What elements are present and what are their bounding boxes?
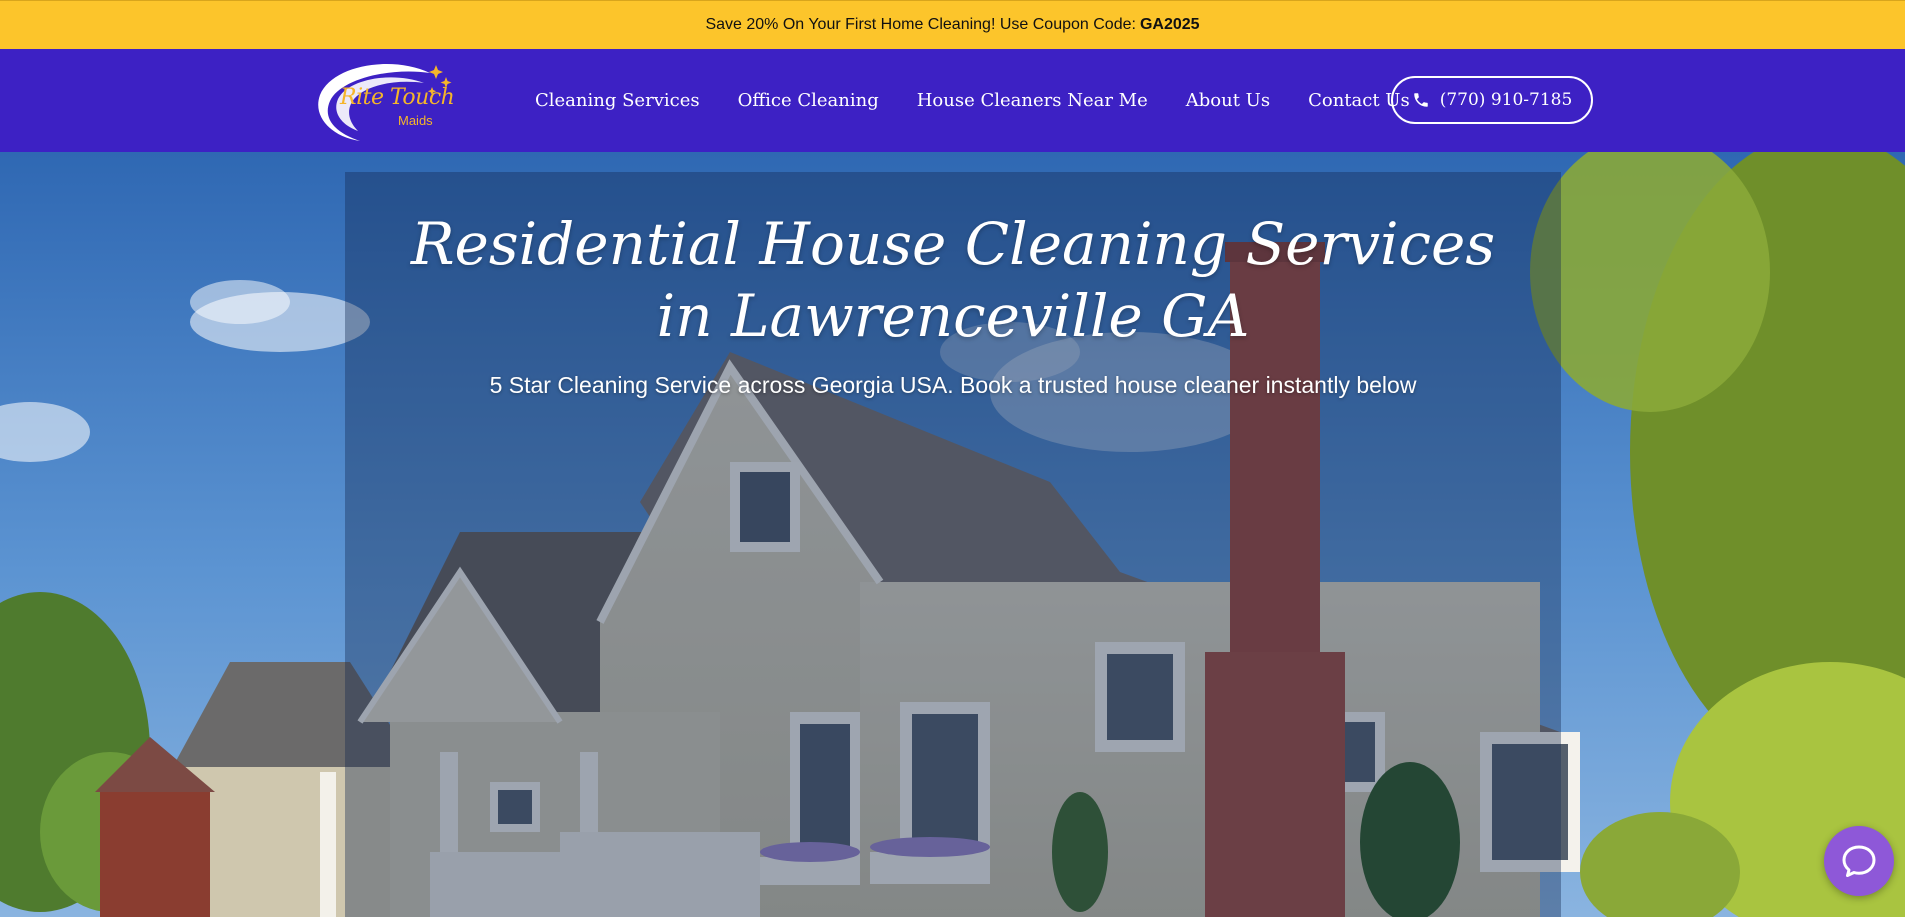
hero-subtitle: 5 Star Cleaning Service across Georgia U… bbox=[489, 372, 1417, 398]
phone-number: (770) 910-7185 bbox=[1439, 90, 1573, 110]
hero-title: Residential House Cleaning Services in L… bbox=[345, 208, 1561, 352]
site-header: Rite Touch Maids Cleaning Services Offic… bbox=[0, 49, 1905, 152]
hero-title-line-2: in Lawrenceville GA bbox=[656, 282, 1250, 350]
hero-section: Residential House Cleaning Services in L… bbox=[0, 152, 1905, 917]
promo-text: Save 20% On Your First Home Cleaning! Us… bbox=[705, 16, 1136, 33]
chat-bubble-icon bbox=[1842, 845, 1876, 877]
main-nav: Cleaning Services Office Cleaning House … bbox=[535, 49, 1410, 152]
nav-office-cleaning[interactable]: Office Cleaning bbox=[738, 90, 879, 111]
logo-name: Rite Touch bbox=[340, 85, 455, 110]
phone-icon bbox=[1412, 91, 1430, 109]
promo-bar: Save 20% On Your First Home Cleaning! Us… bbox=[0, 0, 1905, 49]
nav-cleaning-services[interactable]: Cleaning Services bbox=[535, 90, 700, 111]
nav-about-us[interactable]: About Us bbox=[1186, 90, 1270, 111]
promo-code: GA2025 bbox=[1139, 16, 1200, 33]
logo-subtitle: Maids bbox=[398, 113, 433, 128]
logo[interactable]: Rite Touch Maids bbox=[312, 57, 457, 145]
nav-house-cleaners-near-me[interactable]: House Cleaners Near Me bbox=[917, 90, 1148, 111]
chat-widget-button[interactable] bbox=[1824, 826, 1894, 896]
phone-button[interactable]: (770) 910-7185 bbox=[1391, 76, 1593, 124]
hero-title-line-1: Residential House Cleaning Services bbox=[410, 210, 1496, 278]
